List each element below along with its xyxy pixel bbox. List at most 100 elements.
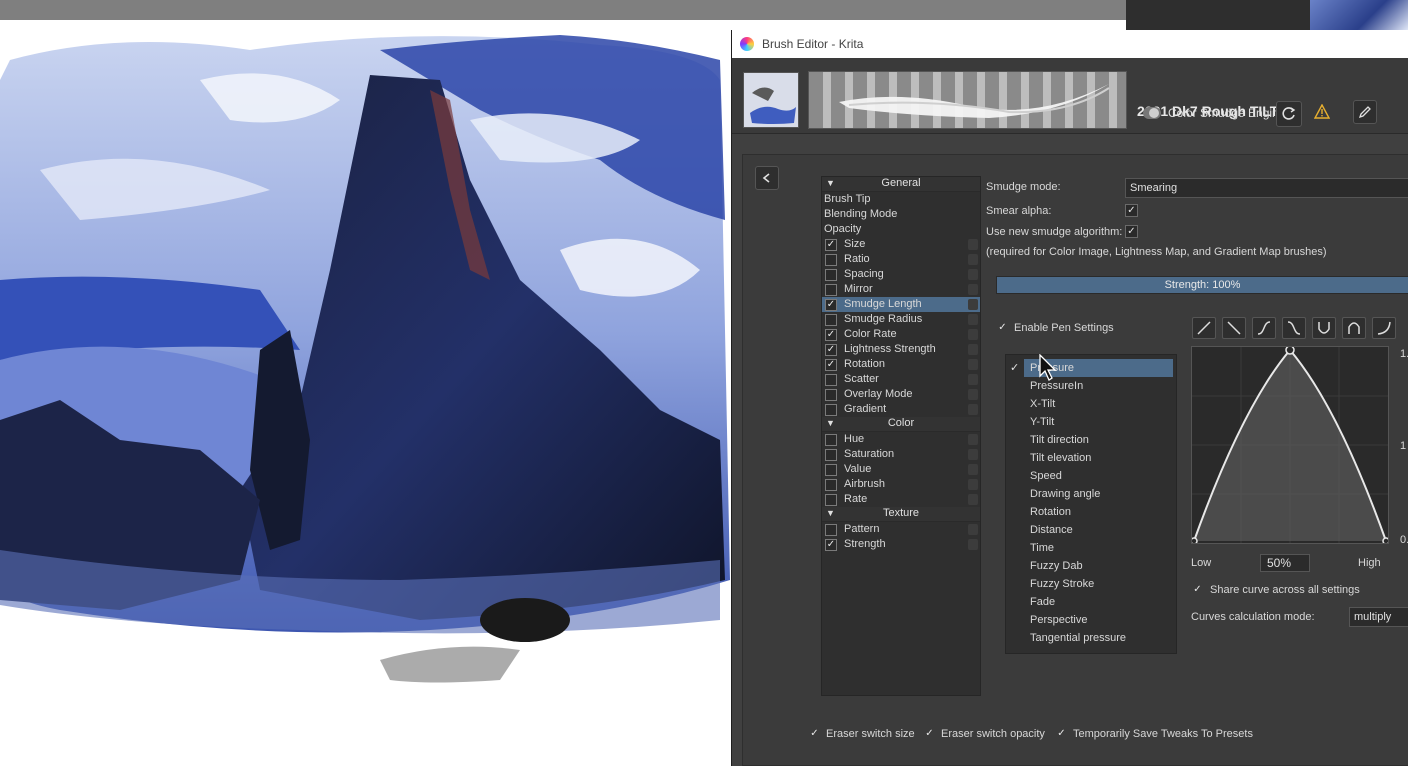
option-smudge-radius[interactable]: Smudge Radius <box>822 312 980 327</box>
eraser-size-checkbox[interactable]: ✓ <box>808 727 821 740</box>
sensor-rotation[interactable]: Rotation <box>1006 503 1176 521</box>
option-checkbox[interactable] <box>825 373 837 386</box>
option-checkbox[interactable] <box>825 403 837 416</box>
document-thumbnail[interactable] <box>1310 0 1408 30</box>
option-pattern[interactable]: Pattern <box>822 522 980 537</box>
option-checkbox[interactable]: ✓ <box>825 298 837 311</box>
reverse-linear-curve-button[interactable] <box>1222 317 1246 339</box>
sensor-fuzzy-dab[interactable]: Fuzzy Dab <box>1006 557 1176 575</box>
smear-alpha-checkbox[interactable]: ✓ <box>1125 204 1138 217</box>
option-mirror[interactable]: Mirror <box>822 282 980 297</box>
sensor-tangential-pressure[interactable]: Tangential pressure <box>1006 629 1176 647</box>
lock-icon[interactable] <box>968 239 978 250</box>
option-lightness-strength[interactable]: ✓ Lightness Strength <box>822 342 980 357</box>
u-curve-button[interactable] <box>1312 317 1336 339</box>
sensor-drawing-angle[interactable]: Drawing angle <box>1006 485 1176 503</box>
option-strength[interactable]: ✓ Strength <box>822 537 980 552</box>
option-saturation[interactable]: Saturation <box>822 447 980 462</box>
curve-editor[interactable] <box>1190 345 1390 545</box>
strength-slider[interactable]: Strength: 100% <box>996 276 1408 294</box>
option-checkbox[interactable] <box>825 253 837 266</box>
lock-icon[interactable] <box>968 314 978 325</box>
sensor-pressurein[interactable]: PressureIn <box>1006 377 1176 395</box>
option-checkbox[interactable] <box>825 313 837 326</box>
calc-mode-select[interactable]: multiply <box>1349 607 1408 627</box>
reverse-s-curve-button[interactable] <box>1282 317 1306 339</box>
lock-icon[interactable] <box>968 479 978 490</box>
option-checkbox[interactable] <box>825 493 837 506</box>
sensor-fade[interactable]: Fade <box>1006 593 1176 611</box>
sensor-fuzzy-stroke[interactable]: Fuzzy Stroke <box>1006 575 1176 593</box>
lock-icon[interactable] <box>968 284 978 295</box>
option-smudge-length[interactable]: ✓ Smudge Length <box>822 297 980 312</box>
option-airbrush[interactable]: Airbrush <box>822 477 980 492</box>
option-checkbox[interactable] <box>825 448 837 461</box>
option-checkbox[interactable]: ✓ <box>825 358 837 371</box>
sensor-speed[interactable]: Speed <box>1006 467 1176 485</box>
new-algorithm-checkbox[interactable]: ✓ <box>1125 225 1138 238</box>
option-checkbox[interactable]: ✓ <box>825 343 837 356</box>
curve-percent-spinbox[interactable]: 50% <box>1260 554 1310 572</box>
option-color-rate[interactable]: ✓ Color Rate <box>822 327 980 342</box>
option-rate[interactable]: Rate <box>822 492 980 507</box>
lock-icon[interactable] <box>968 344 978 355</box>
option-checkbox[interactable] <box>825 478 837 491</box>
option-checkbox[interactable] <box>825 283 837 296</box>
lock-icon[interactable] <box>968 269 978 280</box>
option-ratio[interactable]: Ratio <box>822 252 980 267</box>
window-titlebar[interactable]: Brush Editor - Krita <box>732 30 1408 58</box>
eraser-opacity-checkbox[interactable]: ✓ <box>923 727 936 740</box>
sensor-checkbox[interactable]: ✓ <box>1010 359 1019 377</box>
collapse-presets-button[interactable] <box>755 166 779 190</box>
option-checkbox[interactable]: ✓ <box>825 238 837 251</box>
option-checkbox[interactable] <box>825 523 837 536</box>
option-checkbox[interactable] <box>825 268 837 281</box>
sensor-distance[interactable]: Distance <box>1006 521 1176 539</box>
arch-curve-button[interactable] <box>1342 317 1366 339</box>
option-opacity[interactable]: Opacity <box>822 222 980 237</box>
option-brush-tip[interactable]: Brush Tip <box>822 192 980 207</box>
reload-preset-button[interactable] <box>1276 101 1302 127</box>
lock-icon[interactable] <box>968 449 978 460</box>
lock-icon[interactable] <box>968 329 978 340</box>
linear-curve-button[interactable] <box>1192 317 1216 339</box>
temp-save-checkbox[interactable]: ✓ <box>1055 727 1068 740</box>
brush-editor-window[interactable]: Brush Editor - Krita 2021 Dk7 Rough TILT… <box>731 30 1408 766</box>
option-gradient[interactable]: Gradient <box>822 402 980 417</box>
lock-icon[interactable] <box>968 404 978 415</box>
sensor-time[interactable]: Time <box>1006 539 1176 557</box>
option-checkbox[interactable]: ✓ <box>825 538 837 551</box>
sensor-list[interactable]: ✓PressurePressureInX-TiltY-TiltTilt dire… <box>1005 354 1177 654</box>
option-value[interactable]: Value <box>822 462 980 477</box>
sensor-tilt-direction[interactable]: Tilt direction <box>1006 431 1176 449</box>
smudge-mode-select[interactable]: Smearing <box>1125 178 1408 198</box>
options-section-general[interactable]: ▼ General <box>822 177 980 192</box>
edit-preset-name-button[interactable] <box>1353 100 1377 124</box>
lock-icon[interactable] <box>968 434 978 445</box>
share-curve-checkbox[interactable]: ✓ <box>1191 583 1204 596</box>
option-scatter[interactable]: Scatter <box>822 372 980 387</box>
options-section-color[interactable]: ▼ Color <box>822 417 980 432</box>
option-size[interactable]: ✓ Size <box>822 237 980 252</box>
lock-icon[interactable] <box>968 254 978 265</box>
option-checkbox[interactable]: ✓ <box>825 328 837 341</box>
sensor-perspective[interactable]: Perspective <box>1006 611 1176 629</box>
sensor-y-tilt[interactable]: Y-Tilt <box>1006 413 1176 431</box>
sensor-tilt-elevation[interactable]: Tilt elevation <box>1006 449 1176 467</box>
enable-pen-checkbox[interactable]: ✓ <box>996 321 1009 334</box>
concave-curve-button[interactable] <box>1372 317 1396 339</box>
lock-icon[interactable] <box>968 464 978 475</box>
lock-icon[interactable] <box>968 539 978 550</box>
brush-options-list[interactable]: ▼ General Brush Tip Blending Mode Opacity ✓ Si… <box>821 176 981 696</box>
lock-icon[interactable] <box>968 299 978 310</box>
option-checkbox[interactable] <box>825 388 837 401</box>
option-overlay-mode[interactable]: Overlay Mode <box>822 387 980 402</box>
lock-icon[interactable] <box>968 359 978 370</box>
options-section-texture[interactable]: ▼ Texture <box>822 507 980 522</box>
lock-icon[interactable] <box>968 494 978 505</box>
option-spacing[interactable]: Spacing <box>822 267 980 282</box>
s-curve-button[interactable] <box>1252 317 1276 339</box>
engine-toggle-switch[interactable] <box>1143 107 1161 119</box>
sensor-x-tilt[interactable]: X-Tilt <box>1006 395 1176 413</box>
option-hue[interactable]: Hue <box>822 432 980 447</box>
